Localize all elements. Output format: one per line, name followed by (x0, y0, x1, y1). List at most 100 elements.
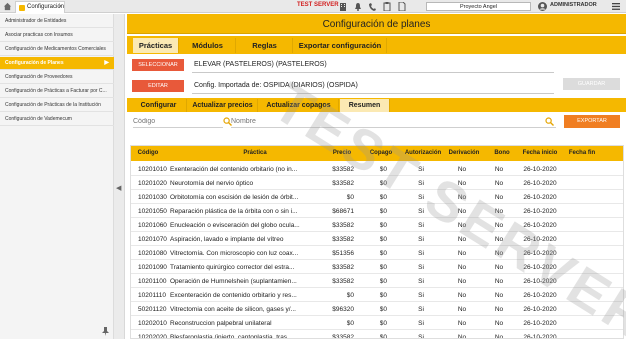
file-icon[interactable] (398, 2, 406, 11)
sidebar-item-practicas-facturar[interactable]: Configuración de Prácticas a Facturar po… (0, 85, 114, 98)
configuration-icon (19, 5, 25, 11)
tab-resumen[interactable]: Resumen (340, 99, 390, 112)
cell-autorizacion: Si (418, 334, 424, 339)
cell-derivacion: No (457, 180, 467, 187)
edit-button[interactable]: EDITAR (132, 80, 184, 92)
sidebar-item-medicamentos-comerciales[interactable]: Configuración de Medicamentos Comerciale… (0, 43, 114, 56)
col-header-copago[interactable]: Copago (362, 146, 400, 161)
table-row[interactable]: 10201020 Neurotomía del nervio óptico $335… (131, 177, 623, 190)
tab-configuracion[interactable]: Configuración × (15, 1, 65, 13)
sub-tabs: Configurar Actualizar precios Actualizar… (127, 98, 626, 112)
home-icon[interactable] (3, 2, 12, 11)
col-header-bono[interactable]: Bono (487, 146, 517, 161)
cell-derivacion: No (457, 208, 467, 215)
select-button[interactable]: SELECCIONAR (132, 59, 184, 71)
user-name[interactable]: ADMINISTRADOR (550, 2, 597, 8)
cell-fecha-fin (563, 247, 601, 260)
sidebar-item-administrador-entidades[interactable]: Administrador de Entidades (0, 15, 114, 28)
cell-fecha-fin (563, 163, 601, 176)
table-row[interactable]: 10201060 Enucleación o evisceración del g… (131, 219, 623, 232)
phone-icon[interactable] (368, 2, 376, 11)
sidebar: Administrador de Entidades Asociar pract… (0, 14, 114, 339)
sidebar-item-asociar-practicas[interactable]: Asociar practicas con Insumos (0, 29, 114, 42)
top-bar: Configuración × TEST SERVER Proyecto Ang… (0, 0, 626, 13)
table-row[interactable]: 10201010 Exenteración del contenido orbit… (131, 163, 623, 176)
cell-autorizacion: Si (418, 264, 424, 271)
cell-practica: Tratamiento quirúrgico corrector del est… (170, 264, 295, 271)
col-header-autorizacion[interactable]: Autorización (400, 146, 446, 161)
selected-plan: ELEVAR (PASTELEROS) (PASTELEROS) (194, 61, 327, 68)
table-row[interactable]: 10201030 Orbitotomía con escisión de lesi… (131, 191, 623, 204)
table-row[interactable]: 10201050 Reparación plástica de la órbita… (131, 205, 623, 218)
tab-practicas[interactable]: Prácticas (133, 38, 179, 53)
export-button[interactable]: EXPORTAR (564, 115, 620, 128)
cell-precio: $96320 (332, 306, 354, 313)
tab-reglas[interactable]: Reglas (237, 38, 293, 53)
cell-fecha-fin (563, 275, 601, 288)
main-panel: Configuración de planes Prácticas Módulo… (127, 14, 626, 339)
cell-copago: $0 (379, 292, 387, 299)
building-icon[interactable] (339, 2, 347, 11)
col-header-practica[interactable]: Práctica (165, 146, 345, 161)
col-header-derivacion[interactable]: Derivación (444, 146, 484, 161)
collapse-arrow-icon[interactable]: ◀ (116, 184, 121, 192)
cell-derivacion: No (457, 278, 467, 285)
tab-actualizar-precios[interactable]: Actualizar precios (188, 99, 258, 112)
save-button[interactable]: GUARDAR (563, 78, 620, 90)
cell-precio: $33582 (332, 264, 354, 271)
tab-modulos[interactable]: Módulos (180, 38, 236, 53)
tab-exportar-configuracion[interactable]: Exportar configuración (294, 38, 387, 53)
cell-derivacion: No (457, 166, 467, 173)
cell-bono: No (494, 250, 504, 257)
table-row[interactable]: 50201120 Vitrectomia con aceite de silico… (131, 303, 623, 316)
config-imported-text: Config. Importada de: OSPIDA (DIARIOS) (… (194, 82, 358, 89)
table-row[interactable]: 10201100 Operación de Humnelshein (suplan… (131, 275, 623, 288)
col-header-precio[interactable]: Precio (327, 146, 357, 161)
pin-icon[interactable] (101, 327, 110, 336)
table-row[interactable]: 10201090 Tratamiento quirúrgico corrector… (131, 261, 623, 274)
table-row[interactable]: 10202010 Reconstruccion palpebral unilate… (131, 317, 623, 330)
sidebar-item-vademecum[interactable]: Configuración de Vademecum (0, 113, 114, 126)
cell-copago: $0 (379, 208, 387, 215)
project-select[interactable]: Proyecto Angel (426, 2, 531, 11)
sidebar-collapse-strip[interactable]: ◀ (114, 14, 125, 339)
cell-fecha-fin (563, 303, 601, 316)
cell-derivacion: No (457, 292, 467, 299)
table-row[interactable]: 10201070 Aspiración, lavado e implante de… (131, 233, 623, 246)
cell-fecha-inicio: 26-10-2020 (523, 292, 557, 299)
sidebar-item-proveedores[interactable]: Configuración de Proveedores (0, 71, 114, 84)
cell-fecha-fin (563, 219, 601, 232)
cell-derivacion: No (457, 194, 467, 201)
main-tabs: Prácticas Módulos Reglas Exportar config… (127, 36, 626, 54)
cell-precio: $33582 (332, 222, 354, 229)
col-header-fecha-inicio[interactable]: Fecha inicio (517, 146, 563, 161)
cell-autorizacion: Si (418, 278, 424, 285)
search-icon[interactable] (545, 117, 554, 126)
name-search-input[interactable] (231, 116, 556, 128)
code-search-input[interactable] (133, 116, 223, 128)
tab-actualizar-copagos[interactable]: Actualizar copagos (259, 99, 339, 112)
hamburger-menu-icon[interactable] (612, 3, 620, 10)
table-row[interactable]: 10201080 Vitrectomía. Con microscopio con… (131, 247, 623, 260)
cell-precio: $33582 (332, 236, 354, 243)
cell-precio: $33582 (332, 166, 354, 173)
sidebar-item-configuracion-planes[interactable]: Configuración de Planes ▶ (0, 57, 114, 70)
close-icon[interactable]: × (58, 2, 62, 13)
cell-bono: No (494, 208, 504, 215)
clipboard-icon[interactable] (383, 2, 391, 11)
cell-autorizacion: Si (418, 292, 424, 299)
user-avatar-icon[interactable] (538, 2, 547, 11)
table-row[interactable]: 10201110 Excenteración de contenido orbit… (131, 289, 623, 302)
col-header-fecha-fin[interactable]: Fecha fin (563, 146, 601, 161)
tab-configurar[interactable]: Configurar (131, 99, 187, 112)
cell-bono: No (494, 180, 504, 187)
table-row[interactable]: 10202020 Blesfaroplastia (injerto, cantop… (131, 331, 623, 339)
sidebar-item-practicas-institucion[interactable]: Configuración de Prácticas de la Institu… (0, 99, 114, 112)
bell-icon[interactable] (354, 2, 362, 11)
cell-fecha-inicio: 26-10-2020 (523, 180, 557, 187)
cell-bono: No (494, 236, 504, 243)
cell-fecha-inicio: 26-10-2020 (523, 166, 557, 173)
cell-copago: $0 (379, 264, 387, 271)
cell-practica: Orbitotomía con escisión de lesión de ór… (170, 194, 299, 201)
col-header-codigo[interactable]: Código (131, 146, 165, 161)
